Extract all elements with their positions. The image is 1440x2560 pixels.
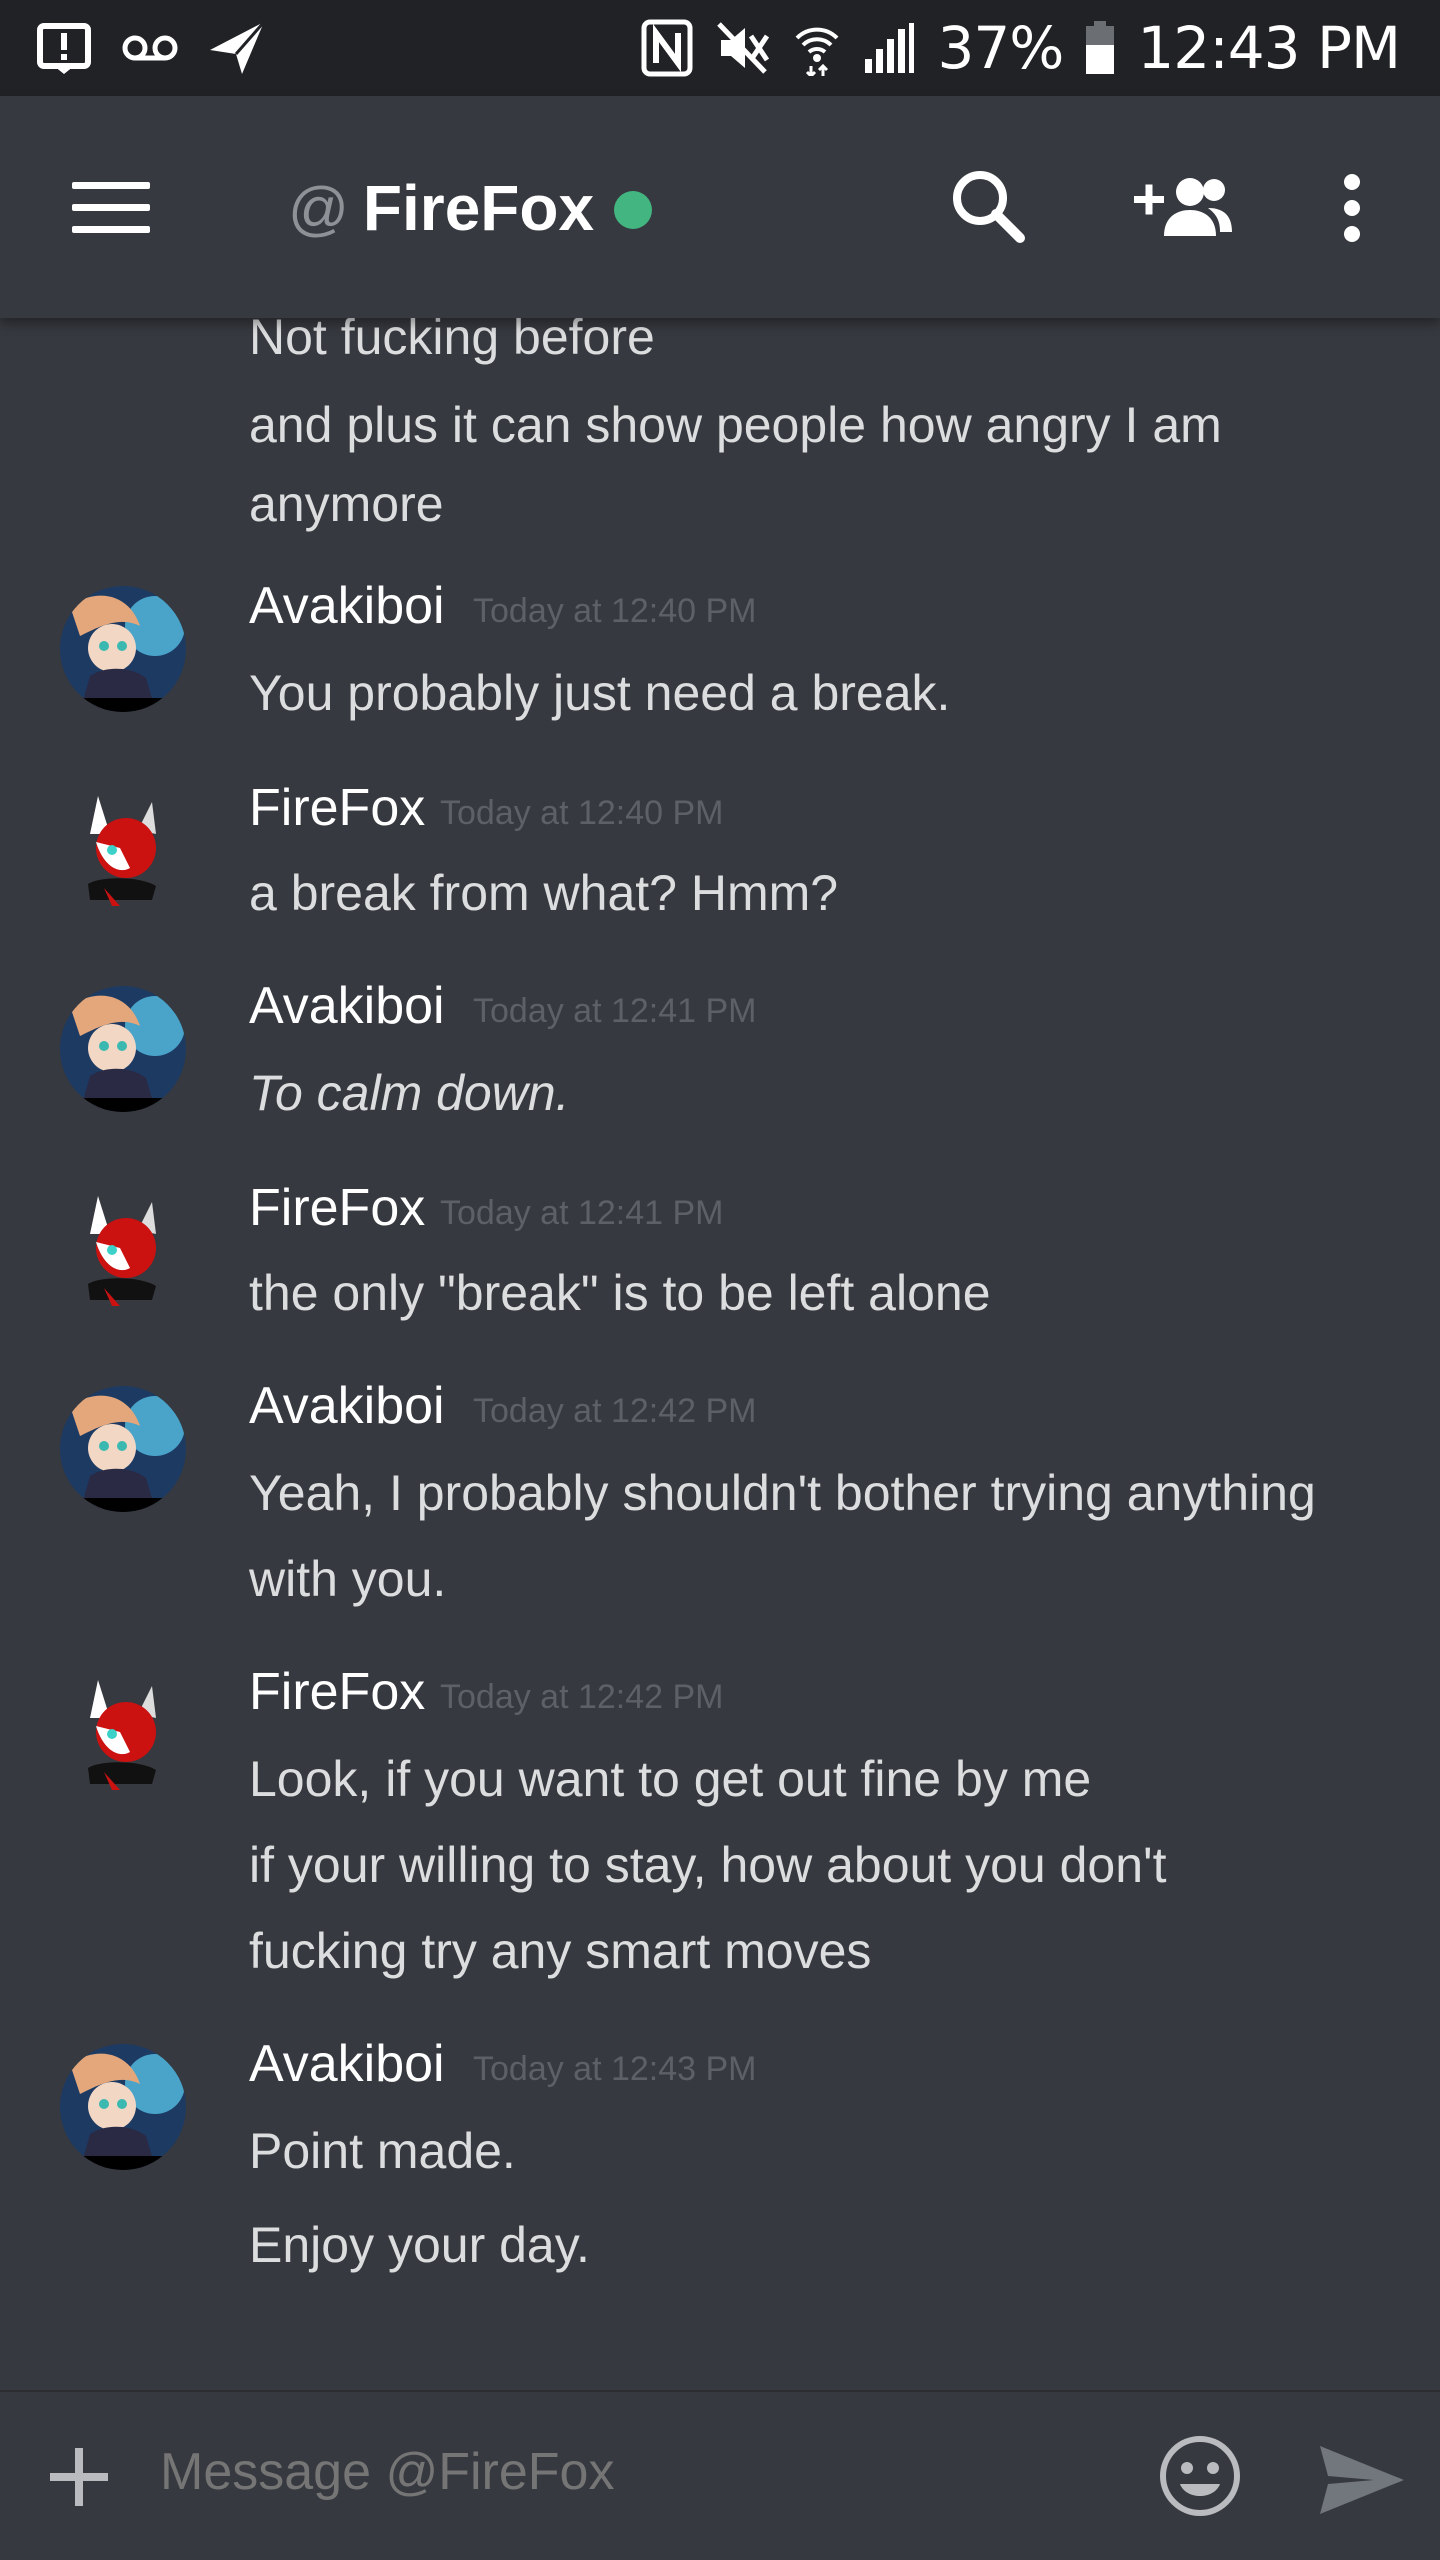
search-icon[interactable]	[950, 168, 1026, 249]
menu-icon[interactable]	[72, 182, 152, 234]
send-icon	[208, 20, 266, 76]
author-name[interactable]: FireFox	[249, 1662, 425, 1722]
app-bar: @ FireFox	[0, 96, 1440, 318]
channel-name: FireFox	[362, 172, 595, 244]
message-timestamp: Today at 12:43 PM	[473, 2050, 757, 2088]
author-name[interactable]: Avakiboi	[249, 1376, 445, 1436]
message-text: fucking try any smart moves	[249, 1923, 872, 1979]
clock: 12:43 PM	[1137, 14, 1401, 82]
online-status-icon	[614, 191, 653, 229]
message-timestamp: Today at 12:42 PM	[440, 1678, 724, 1716]
message-timestamp: Today at 12:41 PM	[440, 1194, 724, 1232]
message-text: Point made.	[249, 2123, 516, 2179]
author-name[interactable]: Avakiboi	[249, 976, 445, 1036]
message-timestamp: Today at 12:40 PM	[473, 592, 757, 630]
message-text: if your willing to stay, how about you d…	[249, 1837, 1167, 1893]
author-name[interactable]: Avakiboi	[249, 2034, 445, 2094]
message-text: You probably just need a break.	[249, 665, 951, 721]
message-text: Look, if you want to get out fine by me	[249, 1751, 1092, 1807]
at-symbol: @	[288, 174, 349, 242]
message-list[interactable]: Not fucking before and plus it can show …	[0, 318, 1440, 2390]
wifi-icon	[793, 20, 841, 76]
message-text: Yeah, I probably shouldn't bother trying…	[249, 1465, 1316, 1521]
emoji-icon[interactable]	[1158, 2434, 1242, 2523]
message-text: with you.	[249, 1551, 447, 1607]
avatar-firefox[interactable]	[60, 1188, 186, 1314]
avatar-avakiboi[interactable]	[60, 2044, 186, 2170]
author-name[interactable]: FireFox	[249, 778, 425, 838]
author-name[interactable]: Avakiboi	[249, 576, 445, 636]
nfc-icon	[641, 19, 693, 77]
avatar-firefox[interactable]	[60, 788, 186, 914]
add-friend-icon[interactable]	[1134, 176, 1234, 241]
message-timestamp: Today at 12:41 PM	[473, 992, 757, 1030]
author-name[interactable]: FireFox	[249, 1178, 425, 1238]
avatar-avakiboi[interactable]	[60, 986, 186, 1112]
message-composer	[0, 2390, 1440, 2560]
avatar-avakiboi[interactable]	[60, 586, 186, 712]
battery-icon	[1085, 21, 1115, 75]
message-text: a break from what? Hmm?	[249, 865, 839, 921]
message-text: the only "break" is to be left alone	[249, 1265, 991, 1321]
alert-icon	[36, 20, 92, 76]
mute-icon	[715, 20, 771, 76]
message-timestamp: Today at 12:42 PM	[473, 1392, 757, 1430]
message-text: To calm down.	[249, 1065, 570, 1121]
message-text: and plus it can show people how angry I …	[249, 397, 1222, 453]
message-text: Enjoy your day.	[249, 2217, 590, 2273]
more-vert-icon[interactable]	[1338, 172, 1366, 249]
message-timestamp: Today at 12:40 PM	[440, 794, 724, 832]
avatar-avakiboi[interactable]	[60, 1386, 186, 1512]
signal-icon	[863, 21, 915, 75]
plus-icon[interactable]	[50, 2448, 108, 2511]
dm-title: @ FireFox	[288, 166, 653, 250]
send-message-icon[interactable]	[1318, 2444, 1406, 2521]
message-input[interactable]	[160, 2442, 1110, 2502]
voicemail-icon	[122, 33, 178, 63]
message-text: anymore	[249, 476, 444, 532]
status-bar: 37% 12:43 PM	[0, 0, 1440, 96]
message-text: Not fucking before	[249, 318, 655, 365]
battery-percent: 37%	[937, 14, 1064, 82]
avatar-firefox[interactable]	[60, 1672, 186, 1798]
